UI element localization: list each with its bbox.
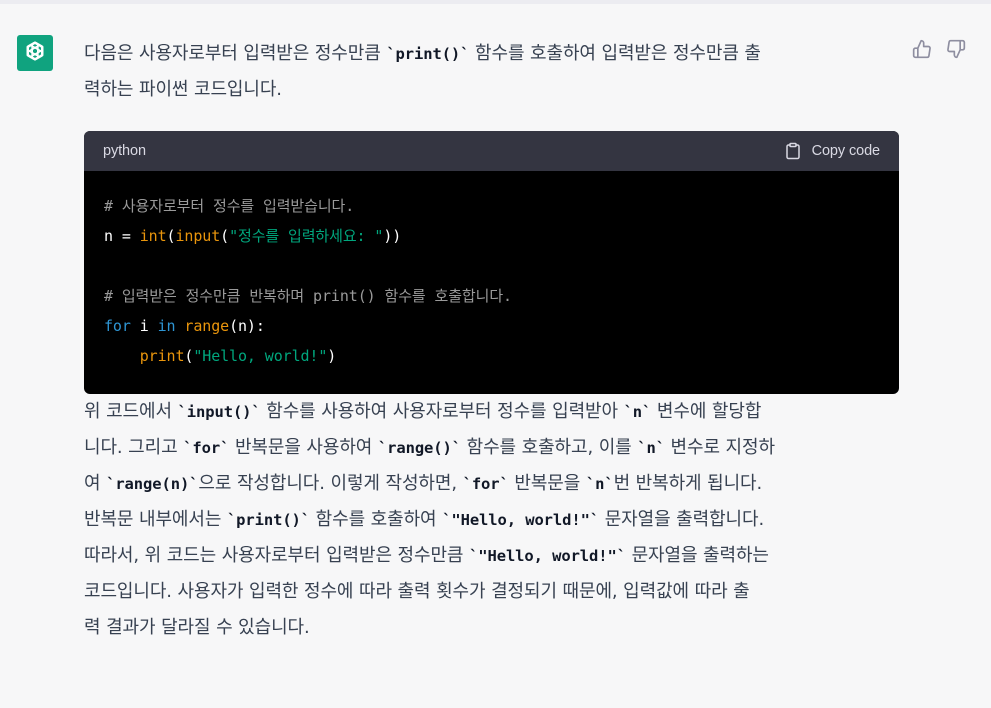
code-token: i — [130, 317, 158, 335]
inline-code: `n` — [585, 475, 614, 493]
copy-code-label: Copy code — [811, 143, 881, 159]
code-line: # 사용자로부터 정수를 입력받습니다. — [104, 197, 354, 215]
thumbs-up-icon[interactable] — [912, 39, 932, 59]
text-run: 니다. 그리고 — [84, 437, 184, 458]
code-token: (n): — [229, 317, 265, 335]
top-divider — [0, 0, 991, 4]
text-run: 반복문 내부에서는 — [84, 509, 227, 530]
text-run: 으로 작성합니다. 이렇게 작성하면, — [198, 473, 463, 494]
thumbs-down-icon[interactable] — [946, 39, 966, 59]
text-run: 변수로 지정하 — [664, 437, 776, 458]
text-run: 번 반복하게 됩니다. — [613, 473, 763, 494]
inline-code: `for` — [183, 439, 230, 457]
inline-code: `"Hello, world!"` — [469, 547, 626, 565]
code-token: # 입력받은 정수만큼 반복하며 print() 함수를 호출합니다. — [104, 287, 512, 305]
text-run: 함수를 호출하여 입력받은 정수만큼 출 — [469, 43, 761, 64]
copy-code-button[interactable]: Copy code — [784, 133, 880, 169]
inline-code: `print()` — [226, 511, 311, 529]
code-block: python Copy code # 사용자로부터 정수를 입력받습니다. n … — [84, 131, 899, 394]
intro-paragraph: 다음은 사용자로부터 입력받은 정수만큼 `print()` 함수를 호출하여 … — [84, 36, 900, 108]
code-language-label: python — [103, 143, 146, 159]
text-run: 력 결과가 달라질 수 있습니다. — [84, 617, 310, 638]
inline-code: `n` — [623, 403, 652, 421]
text-run: 변수에 할당합 — [651, 401, 762, 422]
code-token: ( — [220, 227, 230, 245]
code-token: range — [184, 317, 230, 335]
code-line: n = int(input("정수를 입력하세요: ")) — [104, 227, 401, 245]
text-run: 력하는 파이썬 코드입니다. — [84, 79, 282, 100]
text-run: 여 — [84, 473, 107, 494]
code-token: print — [139, 347, 185, 365]
code-token: "Hello, world!" — [193, 347, 328, 365]
clipboard-icon — [784, 142, 802, 160]
code-token: ( — [184, 347, 194, 365]
code-token: "정수를 입력하세요: " — [229, 227, 384, 245]
inline-code: `range()` — [377, 439, 461, 457]
code-token: int — [139, 227, 167, 245]
code-token: # 사용자로부터 정수를 입력받습니다. — [104, 197, 355, 215]
text-run: 코드입니다. 사용자가 입력한 정수에 따라 출력 횟수가 결정되기 때문에, … — [84, 581, 750, 602]
text-run: 함수를 사용하여 사용자로부터 정수를 입력받아 — [260, 401, 624, 422]
code-content: # 사용자로부터 정수를 입력받습니다. n = int(input("정수를 … — [84, 171, 899, 394]
explanation-paragraph: 위 코드에서 `input()` 함수를 사용하여 사용자로부터 정수를 입력받… — [84, 394, 900, 538]
text-run: 반복문을 — [508, 473, 586, 494]
code-token: input — [175, 227, 221, 245]
code-block-header: python Copy code — [84, 131, 899, 171]
text-run: 반복문을 사용하여 — [229, 437, 378, 458]
text-run: 따라서, 위 코드는 사용자로부터 입력받은 정수만큼 — [84, 545, 470, 566]
text-run: 함수를 호출하여 — [310, 509, 443, 530]
code-line: for i in range(n): — [104, 317, 265, 335]
text-run: 위 코드에서 — [84, 401, 178, 422]
text-run: 문자열을 출력하는 — [625, 545, 769, 566]
inline-code: `for` — [462, 475, 509, 493]
code-token: )) — [383, 227, 402, 245]
conclusion-paragraph: 따라서, 위 코드는 사용자로부터 입력받은 정수만큼 `"Hello, wor… — [84, 538, 900, 646]
inline-code: `n` — [637, 439, 665, 457]
assistant-avatar — [17, 35, 53, 71]
code-line: print("Hello, world!") — [104, 347, 337, 365]
openai-logo-icon — [23, 39, 47, 67]
text-run: 다음은 사용자로부터 입력받은 정수만큼 — [84, 43, 387, 64]
assistant-message: 다음은 사용자로부터 입력받은 정수만큼 `print()` 함수를 호출하여 … — [84, 36, 900, 646]
code-token: in — [157, 317, 176, 335]
inline-code: `input()` — [177, 403, 261, 421]
code-line: # 입력받은 정수만큼 반복하며 print() 함수를 호출합니다. — [104, 287, 512, 305]
feedback-buttons — [912, 39, 966, 59]
code-token: n = — [104, 227, 140, 245]
inline-code: `"Hello, world!"` — [442, 511, 600, 529]
code-token: for — [104, 317, 131, 335]
inline-code: `range(n)` — [106, 475, 199, 493]
text-run: 함수를 호출하고, 이를 — [460, 437, 638, 458]
text-run: 문자열을 출력합니다. — [599, 509, 765, 530]
inline-code: `print()` — [386, 45, 470, 63]
code-token: ) — [327, 347, 337, 365]
